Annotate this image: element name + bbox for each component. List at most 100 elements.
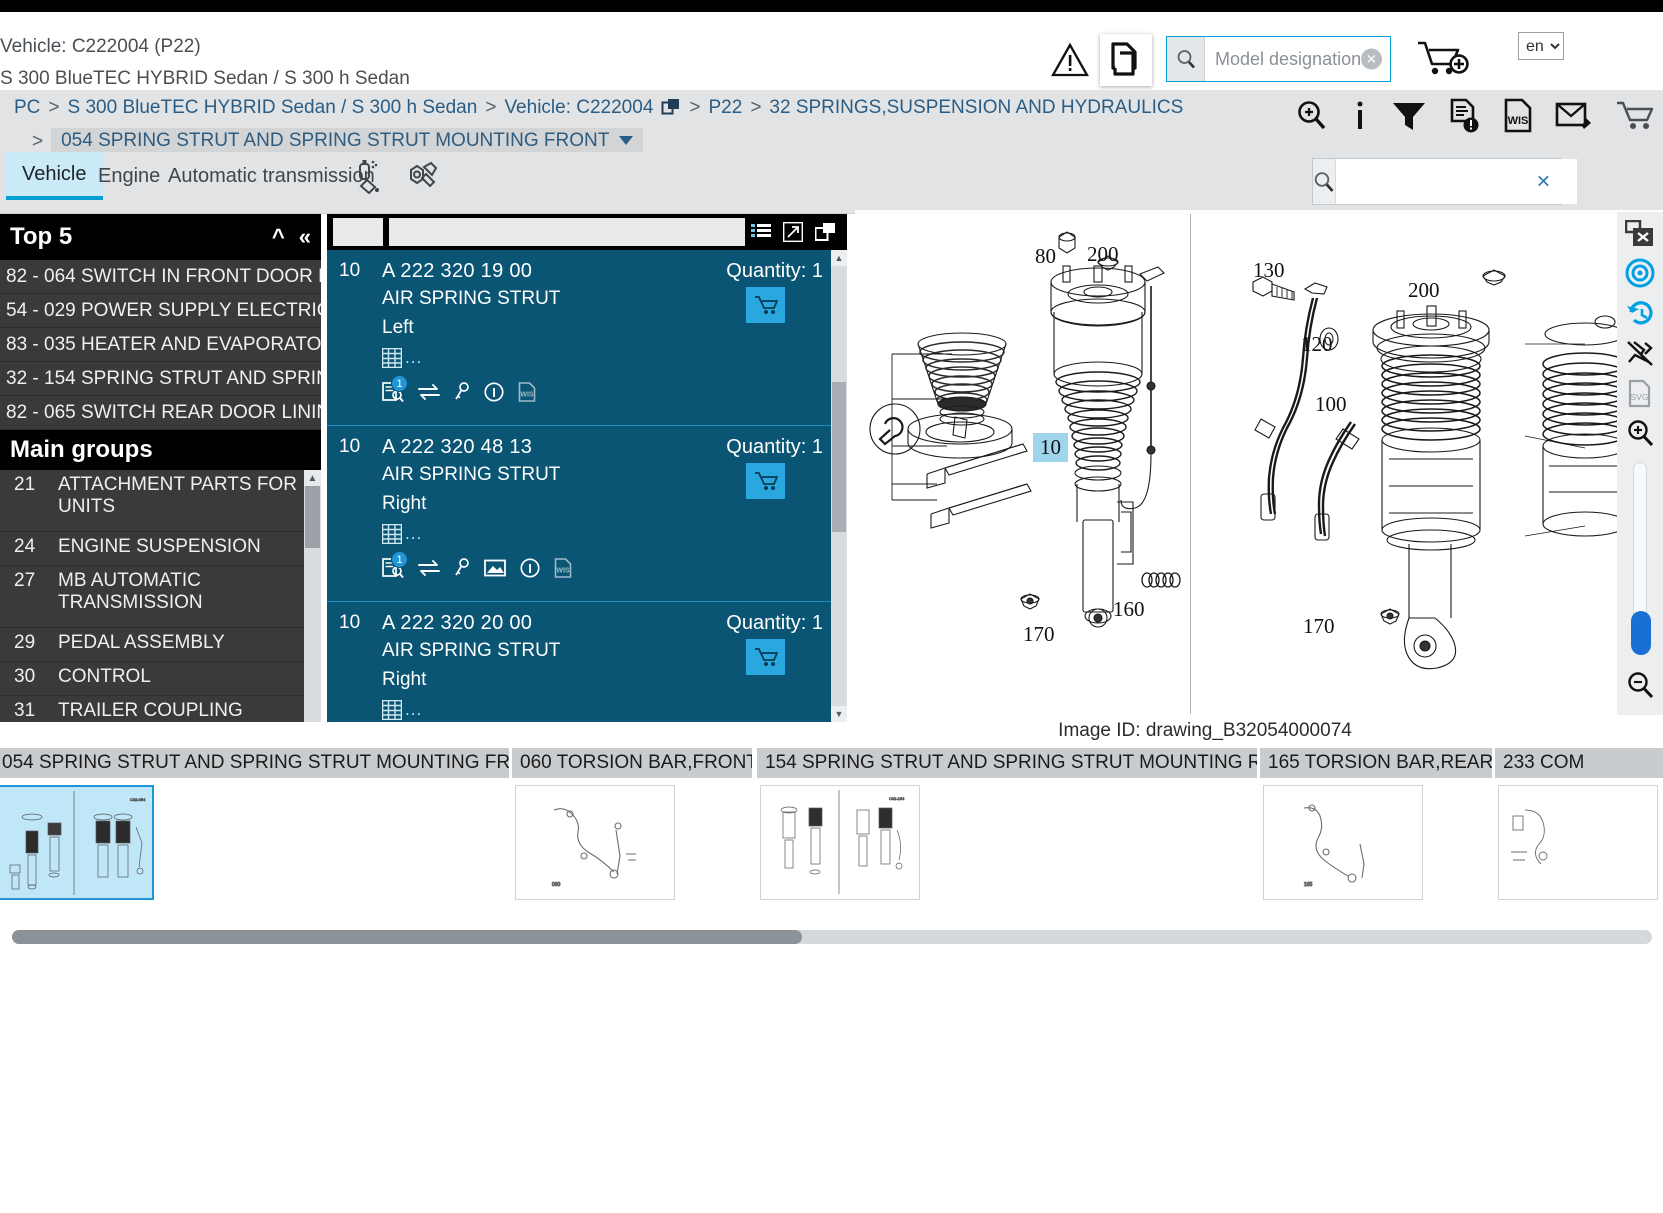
drawing-callout[interactable]: 170 <box>1023 622 1055 647</box>
thumbnail-image[interactable] <box>1498 785 1658 900</box>
drawing-viewer[interactable]: 80 200 10 160 170 130 200 120 100 170 <box>855 210 1663 715</box>
scroll-down-icon[interactable]: ▼ <box>831 706 847 722</box>
key-icon[interactable] <box>454 558 470 578</box>
chevron-down-icon[interactable] <box>619 136 633 145</box>
breadcrumb-item-model[interactable]: S 300 BlueTEC HYBRID Sedan / S 300 h Sed… <box>68 98 478 117</box>
main-group-item-31[interactable]: 31 TRAILER COUPLING <box>0 696 321 722</box>
zoom-in-icon[interactable] <box>1625 418 1655 448</box>
image-icon[interactable] <box>484 558 506 578</box>
double-chevron-left-icon[interactable]: « <box>299 224 311 250</box>
add-to-cart-button[interactable] <box>746 463 785 499</box>
close-window-icon[interactable] <box>1625 220 1655 248</box>
thumbnail-card[interactable]: 233 COM <box>1495 748 1663 900</box>
drawing-callout[interactable]: 100 <box>1315 392 1347 417</box>
copy-documents-icon[interactable] <box>1100 34 1152 86</box>
info-circle-icon[interactable] <box>484 382 504 402</box>
drawing-callout[interactable]: 170 <box>1303 614 1335 639</box>
thumbnail-card[interactable]: 060 TORSION BAR,FRONT 060 <box>512 748 752 900</box>
add-to-cart-button[interactable] <box>746 639 785 675</box>
drawing-callout[interactable]: 200 <box>1087 242 1119 267</box>
svg-export-icon[interactable]: SVG <box>1625 378 1655 408</box>
zoom-slider-handle[interactable] <box>1631 611 1651 655</box>
breadcrumb-current-dropdown[interactable]: 054 SPRING STRUT AND SPRING STRUT MOUNTI… <box>51 128 643 154</box>
thumbnail-image[interactable]: C32-154 <box>760 785 920 900</box>
part-number[interactable]: A 222 320 48 13 <box>382 436 532 459</box>
list-view-icon[interactable] <box>751 223 771 241</box>
scrollbar-thumb[interactable] <box>305 486 320 548</box>
paint-spray-icon[interactable] <box>352 158 386 194</box>
breadcrumb-item-p22[interactable]: P22 <box>709 98 743 117</box>
warning-triangle-icon[interactable] <box>1050 42 1090 78</box>
duplicate-icon[interactable] <box>815 222 837 242</box>
thumbnail-card[interactable]: 165 TORSION BAR,REAR 165 <box>1260 748 1492 900</box>
top5-item[interactable]: 83 - 035 HEATER AND EVAPORATOR H... <box>0 328 321 362</box>
wis-document-icon[interactable]: WIS <box>1503 98 1533 134</box>
part-row[interactable]: 10 A 222 320 48 13 AIR SPRING STRUT Righ… <box>327 426 847 602</box>
main-group-item-24[interactable]: 24 ENGINE SUSPENSION <box>0 532 321 566</box>
drawing-callout-selected[interactable]: 10 <box>1033 433 1068 462</box>
part-grid-expand[interactable]: ... <box>382 700 422 720</box>
zoom-slider[interactable] <box>1633 462 1647 652</box>
add-to-cart-button[interactable] <box>746 287 785 323</box>
drawing-callout[interactable]: 160 <box>1113 597 1145 622</box>
part-grid-expand[interactable]: ... <box>382 524 422 544</box>
part-row[interactable]: 10 A 222 320 20 00 AIR SPRING STRUT Righ… <box>327 602 847 722</box>
doc-search-icon[interactable]: 1 <box>382 382 404 402</box>
breadcrumb-item-pc[interactable]: PC <box>14 98 40 117</box>
search-icon[interactable] <box>1167 37 1205 81</box>
thumbnail-card[interactable]: 154 SPRING STRUT AND SPRING STRUT MOUNTI… <box>757 748 1257 900</box>
expand-icon[interactable] <box>783 222 803 242</box>
clear-icon[interactable]: ✕ <box>1361 49 1382 70</box>
parts-scrollbar[interactable]: ▲ ▼ <box>831 250 847 722</box>
key-icon[interactable] <box>454 382 470 402</box>
unpin-icon[interactable] <box>1625 338 1655 368</box>
target-icon[interactable] <box>1625 258 1655 288</box>
swap-arrows-icon[interactable] <box>418 383 440 401</box>
zoom-out-icon[interactable] <box>1625 670 1655 700</box>
part-grid-expand[interactable]: ... <box>382 348 422 368</box>
zoom-search-icon[interactable] <box>1295 99 1329 133</box>
wis-icon[interactable]: WIS <box>518 382 536 402</box>
parts-input-box[interactable] <box>389 218 745 246</box>
thumbnail-title[interactable]: 060 TORSION BAR,FRONT <box>512 748 752 778</box>
thumbnail-strip[interactable]: 054 SPRING STRUT AND SPRING STRUT MOUNTI… <box>0 748 1663 918</box>
main-groups-scrollbar[interactable]: ▲ ▼ <box>304 470 321 722</box>
parts-search-box[interactable]: ✕ <box>1312 158 1562 205</box>
info-circle-icon[interactable] <box>520 558 540 578</box>
thumbnail-image[interactable]: C32-054 <box>0 785 154 900</box>
history-undo-icon[interactable] <box>1625 298 1655 328</box>
swap-arrows-icon[interactable] <box>418 559 440 577</box>
scrollbar-thumb[interactable] <box>832 382 846 532</box>
part-number[interactable]: A 222 320 20 00 <box>382 612 532 635</box>
mail-edit-icon[interactable] <box>1555 99 1593 133</box>
horizontal-scrollbar[interactable] <box>12 930 1652 944</box>
top5-item[interactable]: 82 - 065 SWITCH REAR DOOR LINING <box>0 396 321 430</box>
search-icon[interactable] <box>1313 159 1336 204</box>
main-group-item-29[interactable]: 29 PEDAL ASSEMBLY <box>0 628 321 662</box>
top5-item[interactable]: 32 - 154 SPRING STRUT AND SPRING ... <box>0 362 321 396</box>
info-icon[interactable] <box>1351 99 1369 133</box>
breadcrumb-item-vehicle[interactable]: Vehicle: C222004 <box>504 98 653 117</box>
model-designation-search[interactable]: ✕ <box>1166 36 1391 82</box>
parts-scroll-area[interactable]: 10 A 222 320 19 00 AIR SPRING STRUT Left… <box>327 250 847 722</box>
cart-add-icon[interactable] <box>1415 38 1471 82</box>
drawing-callout[interactable]: 120 <box>1301 332 1333 357</box>
part-row[interactable]: 10 A 222 320 19 00 AIR SPRING STRUT Left… <box>327 250 847 426</box>
scroll-up-icon[interactable]: ▲ <box>831 250 847 266</box>
main-group-item-27[interactable]: 27 MB AUTOMATIC TRANSMISSION <box>0 566 321 628</box>
chevron-up-icon[interactable]: ^ <box>272 224 285 250</box>
scroll-up-icon[interactable]: ▲ <box>304 470 321 486</box>
parts-filter-box[interactable] <box>333 218 383 246</box>
filter-icon[interactable] <box>1391 99 1427 133</box>
part-number[interactable]: A 222 320 19 00 <box>382 260 532 283</box>
thumbnail-title[interactable]: 165 TORSION BAR,REAR <box>1260 748 1492 778</box>
thumbnail-card[interactable]: 054 SPRING STRUT AND SPRING STRUT MOUNTI… <box>0 748 509 900</box>
thumbnail-image[interactable]: 165 <box>1263 785 1423 900</box>
scrollbar-thumb[interactable] <box>12 930 802 944</box>
bolt-nut-icon[interactable] <box>404 158 440 194</box>
breadcrumb-item-group[interactable]: 32 SPRINGS,SUSPENSION AND HYDRAULICS <box>769 98 1183 117</box>
thumbnail-title[interactable]: 154 SPRING STRUT AND SPRING STRUT MOUNTI… <box>757 748 1257 778</box>
language-select[interactable]: en <box>1518 32 1564 60</box>
thumbnail-image[interactable]: 060 <box>515 785 675 900</box>
cart-icon[interactable] <box>1615 99 1655 133</box>
